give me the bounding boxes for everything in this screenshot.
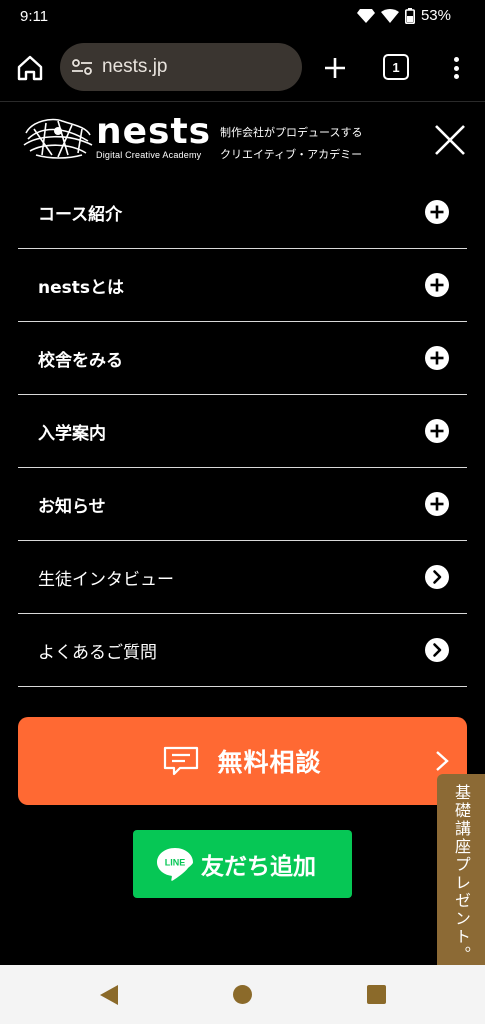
recents-icon[interactable] (367, 985, 386, 1004)
url-text: nests.jp (102, 56, 168, 77)
plus-circle-icon[interactable] (425, 419, 449, 443)
logo-subtitle: Digital Creative Academy (96, 150, 202, 160)
site-logo[interactable]: nests Digital Creative Academy (22, 111, 212, 160)
tagline: 制作会社がプロデュースする クリエイティブ・アカデミー (220, 122, 362, 166)
menu-item-label: 校舎をみる (38, 350, 123, 371)
battery-percent: 53% (420, 7, 451, 24)
menu-item-news[interactable]: お知らせ (18, 468, 467, 541)
tagline-line-1: 制作会社がプロデュースする (220, 126, 363, 139)
menu-item-courses[interactable]: コース紹介 (18, 176, 467, 249)
menu-item-about[interactable]: nestsとは (18, 249, 467, 322)
home-nav-icon[interactable] (233, 985, 252, 1004)
free-consultation-label: 無料相談 (217, 748, 322, 777)
tab-switcher-button[interactable]: 1 (383, 54, 409, 80)
url-bar[interactable]: nests.jp (60, 43, 302, 91)
side-tab-label: 基礎講座プレゼント。 (452, 784, 471, 964)
line-logo-icon: LINE (157, 848, 193, 881)
menu-item-label: お知らせ (38, 496, 106, 517)
close-icon[interactable] (432, 122, 468, 158)
menu-item-label: よくあるご質問 (38, 642, 157, 663)
menu-item-label: 生徒インタビュー (38, 569, 174, 590)
plus-circle-icon[interactable] (425, 346, 449, 370)
menu-item-interviews[interactable]: 生徒インタビュー (18, 541, 467, 614)
menu-item-faq[interactable]: よくあるご質問 (18, 614, 467, 687)
battery-icon (404, 7, 415, 24)
status-icons: 53% (356, 7, 451, 24)
nav-menu: コース紹介 nestsとは 校舎をみる 入学案内 お知らせ 生徒インタビュー よ… (18, 176, 467, 687)
free-consultation-button[interactable]: 無料相談 (18, 717, 467, 805)
line-add-friend-button[interactable]: LINE 友だち追加 (133, 830, 352, 898)
nest-logo-icon (23, 118, 93, 159)
status-time: 9:11 (20, 8, 49, 25)
diamond-notification-icon (356, 8, 375, 23)
menu-item-label: コース紹介 (38, 204, 123, 225)
new-tab-icon[interactable] (320, 53, 350, 83)
plus-circle-icon[interactable] (425, 273, 449, 297)
wifi-icon (380, 8, 399, 23)
chevron-right-icon (436, 751, 449, 771)
arrow-circle-icon[interactable] (425, 638, 449, 662)
free-lesson-side-tab[interactable]: 基礎講座プレゼント。 (437, 774, 485, 965)
back-icon[interactable] (100, 985, 118, 1005)
menu-item-admission[interactable]: 入学案内 (18, 395, 467, 468)
tab-count: 1 (392, 59, 400, 75)
plus-circle-icon[interactable] (425, 200, 449, 224)
menu-item-campus[interactable]: 校舎をみる (18, 322, 467, 395)
browser-toolbar: nests.jp 1 (0, 34, 485, 102)
site-header: nests Digital Creative Academy 制作会社がプロデュ… (0, 103, 485, 173)
line-add-friend-label: 友だち追加 (201, 854, 316, 880)
logo-name: nests (96, 111, 212, 152)
status-bar: 9:11 53% (0, 0, 485, 34)
menu-item-label: nestsとは (38, 277, 124, 298)
home-icon[interactable] (16, 54, 44, 82)
menu-item-label: 入学案内 (38, 423, 106, 444)
line-logo-text: LINE (165, 858, 186, 868)
arrow-circle-icon[interactable] (425, 565, 449, 589)
chat-bubble-icon (164, 746, 199, 776)
system-nav-bar (0, 965, 485, 1024)
plus-circle-icon[interactable] (425, 492, 449, 516)
tagline-line-2: クリエイティブ・アカデミー (220, 148, 363, 161)
more-icon[interactable] (446, 54, 466, 82)
site-settings-icon[interactable] (70, 57, 94, 77)
